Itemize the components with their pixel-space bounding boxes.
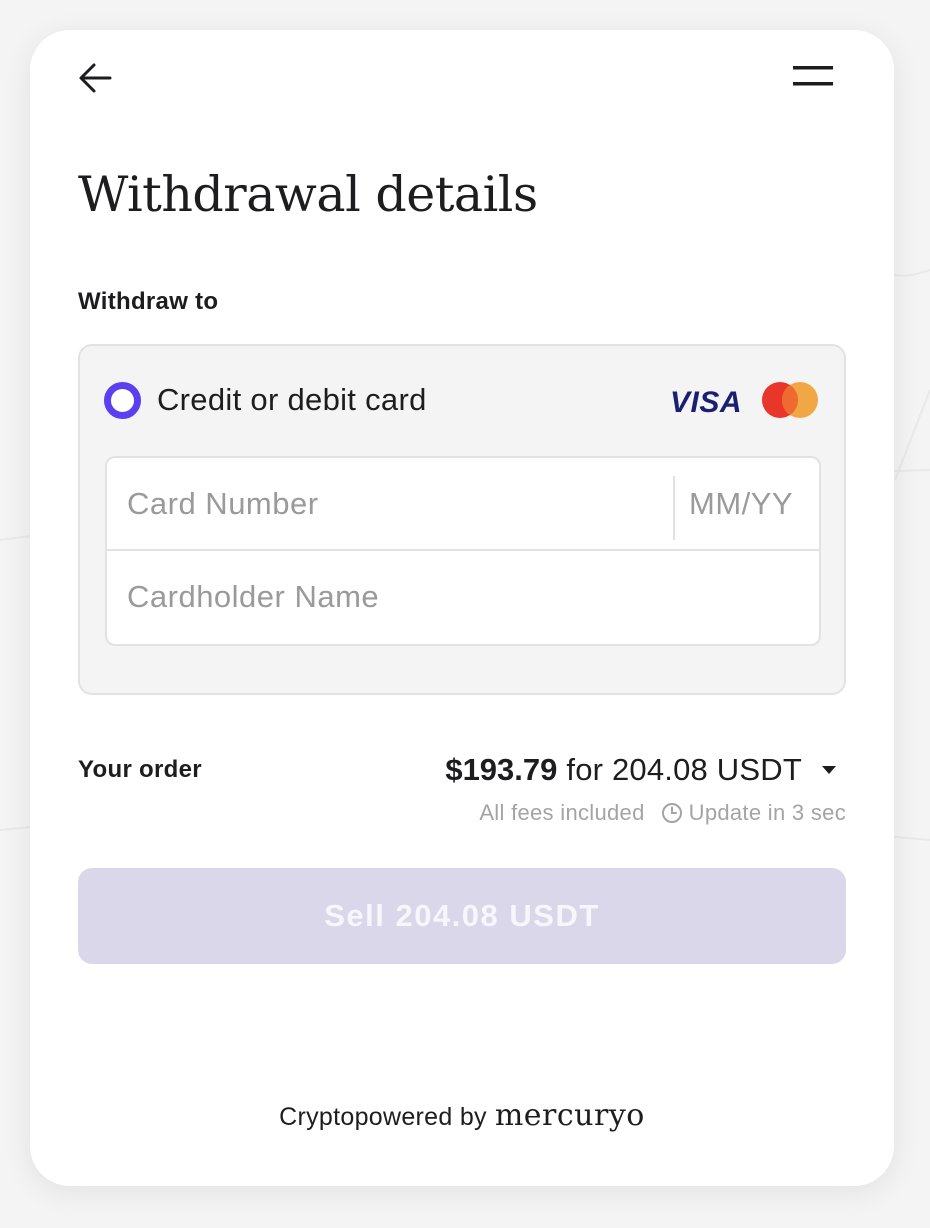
mercuryo-logo: mercuryo (494, 1098, 645, 1133)
visa-logo: VISA (670, 386, 743, 419)
your-order-label: Your order (78, 756, 202, 783)
clock-icon (661, 803, 682, 823)
cardholder-row (107, 551, 819, 644)
widget-card: Withdrawal details Withdraw to Credit or… (30, 30, 894, 1186)
caret-down-icon (822, 766, 836, 774)
expiry-input[interactable] (689, 482, 817, 526)
hamburger-menu-icon (793, 66, 833, 86)
payment-method-label: Credit or debit card (157, 382, 427, 417)
fees-note: All fees included (479, 800, 645, 825)
field-divider (673, 476, 675, 540)
footer-text: Cryptopowered by (279, 1103, 487, 1131)
payment-method-card-option[interactable]: Credit or debit card VISA (78, 344, 846, 695)
card-radio-button[interactable] (104, 382, 141, 419)
order-price: $193.79 (445, 752, 558, 787)
update-countdown: Update in 3 sec (688, 800, 846, 825)
page-title: Withdrawal details (78, 166, 538, 223)
order-summary-dropdown[interactable]: $193.79 for 204.08 USDT (445, 748, 846, 792)
back-button[interactable] (76, 58, 116, 98)
card-number-row (107, 458, 819, 551)
order-amount: for 204.08 USDT (566, 752, 802, 787)
cardholder-name-input[interactable] (127, 575, 797, 619)
menu-button[interactable] (788, 60, 838, 96)
order-note: All fees included Update in 3 sec (479, 800, 846, 826)
mastercard-logo (762, 382, 818, 418)
card-details-form (105, 456, 821, 646)
footer: Cryptopowered by mercuryo (30, 1098, 894, 1133)
sell-button[interactable]: Sell 204.08 USDT (78, 868, 846, 964)
withdraw-to-label: Withdraw to (78, 288, 219, 315)
arrow-left-icon (79, 63, 112, 93)
card-number-input[interactable] (127, 482, 647, 526)
